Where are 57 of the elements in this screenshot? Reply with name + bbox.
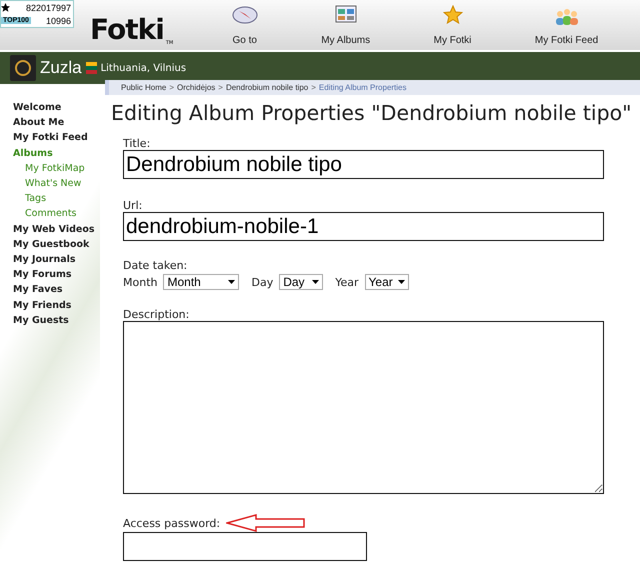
photo-albums-icon <box>334 5 357 23</box>
date-dropdown[interactable]: Month <box>163 274 240 290</box>
rank-count: 10996 <box>46 16 71 26</box>
nav-link[interactable]: My Albums <box>321 0 370 50</box>
nav-link[interactable]: My Fotki <box>434 0 472 50</box>
star-icon <box>1 3 10 12</box>
breadcrumb-link[interactable]: Public Home <box>121 83 166 92</box>
date-dropdown[interactable]: Day <box>279 274 324 290</box>
breadcrumb-link[interactable]: Editing Album Properties <box>318 83 407 92</box>
fotki-logo[interactable]: Fotki <box>90 16 164 44</box>
caret-icon <box>228 280 236 284</box>
field-label: Access password: <box>123 516 220 530</box>
field-label: Title: <box>123 137 152 150</box>
password-field[interactable] <box>123 532 367 561</box>
arrow-icon <box>226 514 306 532</box>
sidebar-link[interactable]: My Fotki Feed <box>0 130 100 146</box>
sidebar-link[interactable]: About Me <box>0 115 100 130</box>
sidebar-link[interactable]: Albums <box>0 146 100 161</box>
url-field[interactable]: dendrobium-nobile-1 <box>123 212 604 241</box>
breadcrumb-separator: > <box>218 83 223 92</box>
nav-link[interactable]: Go to <box>232 0 258 50</box>
breadcrumb-link[interactable]: Dendrobium nobile tipo <box>226 83 308 92</box>
breadcrumb-separator: > <box>169 83 174 92</box>
user-location: Lithuania, Vilnius <box>100 62 186 74</box>
field-label: Description: <box>123 308 190 321</box>
breadcrumb-separator: > <box>311 83 316 92</box>
caret-icon <box>398 280 405 284</box>
compass-icon <box>232 5 258 25</box>
nav-link[interactable]: My Fotki Feed <box>534 0 598 50</box>
sidebar-link[interactable]: My Guestbook <box>0 236 100 252</box>
flag-icon <box>86 62 97 74</box>
date-dropdown[interactable]: Year <box>364 274 409 290</box>
sidebar-link[interactable]: My Forums <box>0 267 100 282</box>
sidebar-link[interactable]: Welcome <box>0 100 100 116</box>
breadcrumb-link[interactable]: Orchidėjos <box>177 83 216 92</box>
hit-count: 822017997 <box>26 2 71 12</box>
sidebar-sublink[interactable]: What's New <box>0 176 100 192</box>
sidebar-link[interactable]: My Web Videos <box>0 222 100 237</box>
title-field[interactable]: Dendrobium nobile tipo <box>123 150 604 179</box>
user-name[interactable]: Zuzla <box>40 58 82 78</box>
sidebar-link[interactable]: My Faves <box>0 282 100 298</box>
field-label: Year <box>335 276 359 288</box>
sidebar-sublink[interactable]: Tags <box>0 191 100 206</box>
sidebar-link[interactable]: My Journals <box>0 252 100 268</box>
description-field[interactable] <box>123 321 604 494</box>
ring-icon <box>14 59 32 77</box>
sidebar-link[interactable]: My Guests <box>0 312 100 328</box>
page-title: Editing Album Properties "Dendrobium nobile tipo" <box>111 101 633 125</box>
star-icon <box>442 5 462 24</box>
caret-icon <box>312 280 320 284</box>
field-label: Date taken: <box>123 259 188 272</box>
sidebar-sublink[interactable]: My FotkiMap <box>0 160 100 176</box>
sidebar-link[interactable]: My Friends <box>0 298 100 313</box>
field-label: Url: <box>123 199 144 212</box>
field-label: Month <box>123 276 158 288</box>
field-label: Day <box>251 276 274 288</box>
sidebar-sublink[interactable]: Comments <box>0 206 100 222</box>
